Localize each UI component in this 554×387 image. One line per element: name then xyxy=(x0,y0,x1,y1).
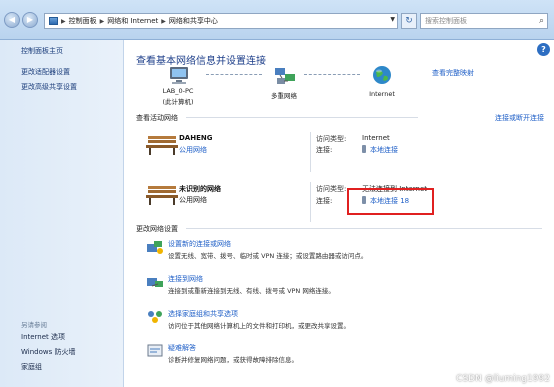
search-placeholder: 搜索控制面板 xyxy=(425,17,467,25)
task-description: 诊断并修复网络问题，或获得故障排除信息。 xyxy=(168,356,298,364)
map-link-1 xyxy=(206,74,262,75)
title-bar: ◀ ▶ ▶ 控制面板 ▶ 网络和 Internet ▶ 网络和共享中心 ▼ ↻ … xyxy=(0,0,554,40)
sidebar-item-change-adapter-settings[interactable]: 更改适配器设置 xyxy=(21,67,70,77)
help-icon[interactable]: ? xyxy=(537,43,550,56)
sidebar-item-change-advanced-sharing[interactable]: 更改高级共享设置 xyxy=(21,82,77,92)
sidebar-item-control-panel-home[interactable]: 控制面板主页 xyxy=(21,46,63,56)
task-title-link[interactable]: 设置新的连接或网络 xyxy=(168,239,231,249)
sidebar-item-homegroup[interactable]: 家庭组 xyxy=(21,362,42,372)
network-daheng: DAHENG 公用网络 访问类型: Internet 连接: 本地连接 xyxy=(146,132,546,176)
sidebar-item-internet-options[interactable]: Internet 选项 xyxy=(21,332,65,342)
control-panel-icon xyxy=(49,17,58,25)
network-name: DAHENG xyxy=(179,134,213,142)
connect-disconnect-link[interactable]: 连接或断开连接 xyxy=(495,113,544,123)
refresh-button[interactable]: ↻ xyxy=(401,13,417,29)
task-title-link[interactable]: 选择家庭组和共享选项 xyxy=(168,309,238,319)
map-link-2 xyxy=(304,74,360,75)
public-network-bench-icon xyxy=(146,136,178,155)
full-map-link[interactable]: 查看完整映射 xyxy=(432,68,474,78)
forward-button[interactable]: ▶ xyxy=(22,12,38,28)
red-highlight-box xyxy=(347,188,434,215)
vertical-divider xyxy=(310,132,311,172)
local-connection-link[interactable]: 本地连接 xyxy=(370,146,398,154)
chevron-right-icon: ▶ xyxy=(61,17,66,25)
search-icon[interactable]: ⌕ xyxy=(539,14,544,28)
access-type-label: 访问类型: xyxy=(316,185,347,193)
ethernet-plug-icon xyxy=(362,145,366,153)
connect-network-icon xyxy=(147,278,163,287)
network-type-link[interactable]: 公用网络 xyxy=(179,145,207,155)
task-title-link[interactable]: 疑难解答 xyxy=(168,343,196,353)
change-settings-label: 更改网络设置 xyxy=(136,225,178,233)
chevron-down-icon[interactable]: ▼ xyxy=(390,16,395,23)
main-content: ? 查看基本网络信息并设置连接 查看完整映射 LAB_0-PC (此计算机) 多… xyxy=(124,40,554,387)
globe-icon xyxy=(373,66,391,84)
address-bar[interactable]: ▶ 控制面板 ▶ 网络和 Internet ▶ 网络和共享中心 ▼ xyxy=(44,13,398,29)
map-multiple-networks[interactable] xyxy=(272,66,298,88)
connection-label: 连接: xyxy=(316,197,333,205)
page-title: 查看基本网络信息并设置连接 xyxy=(136,56,266,67)
map-computer[interactable] xyxy=(162,66,196,88)
new-connection-icon xyxy=(147,241,163,254)
map-internet-label: Internet xyxy=(369,90,395,98)
homegroup-icon xyxy=(148,311,162,323)
access-type-label: 访问类型: xyxy=(316,135,347,143)
network-type: 公用网络 xyxy=(179,196,207,204)
map-multiple-networks-label: 多重网络 xyxy=(271,92,297,100)
map-internet[interactable] xyxy=(370,64,394,88)
networks-icon xyxy=(275,68,295,84)
sidebar: 控制面板主页 更改适配器设置 更改高级共享设置 另请参阅 Internet 选项… xyxy=(0,40,124,387)
troubleshoot-icon xyxy=(147,344,163,357)
computer-icon xyxy=(170,67,188,84)
network-unidentified: 未识别的网络 公用网络 访问类型: 无法连接到 Internet 连接: 本地连… xyxy=(146,182,546,226)
map-computer-name: LAB_0-PC xyxy=(162,87,194,95)
task-description: 访问位于其他网络计算机上的文件和打印机，或更改共享设置。 xyxy=(168,322,350,330)
watermark: CSDN @liuming1992 xyxy=(456,374,550,384)
task-title-link[interactable]: 连接到网络 xyxy=(168,274,203,284)
connection-value[interactable]: 本地连接 xyxy=(362,145,398,155)
task-description: 连接到或重新连接到无线、有线、拨号或 VPN 网络连接。 xyxy=(168,287,335,295)
vertical-divider xyxy=(310,182,311,222)
section-divider xyxy=(186,228,542,229)
breadcrumb-control-panel[interactable]: 控制面板 xyxy=(69,16,97,26)
chevron-right-icon: ▶ xyxy=(99,17,105,25)
see-also-label: 另请参阅 xyxy=(21,321,47,329)
public-network-bench-icon xyxy=(146,186,178,205)
section-divider xyxy=(186,117,418,118)
chevron-right-icon: ▶ xyxy=(161,17,166,25)
connection-label: 连接: xyxy=(316,146,333,154)
task-description: 设置无线、宽带、拨号、临时或 VPN 连接；或设置路由器或访问点。 xyxy=(168,252,368,260)
sidebar-item-windows-firewall[interactable]: Windows 防火墙 xyxy=(21,347,75,357)
active-networks-label: 查看活动网络 xyxy=(136,114,178,122)
access-type-value: Internet xyxy=(362,134,390,142)
network-name: 未识别的网络 xyxy=(179,185,221,193)
back-button[interactable]: ◀ xyxy=(4,12,20,28)
breadcrumb-network-internet[interactable]: 网络和 Internet xyxy=(107,16,158,26)
map-computer-sub: (此计算机) xyxy=(162,98,194,106)
search-input[interactable]: 搜索控制面板 ⌕ xyxy=(420,13,548,29)
breadcrumb-network-sharing-center[interactable]: 网络和共享中心 xyxy=(169,16,218,26)
